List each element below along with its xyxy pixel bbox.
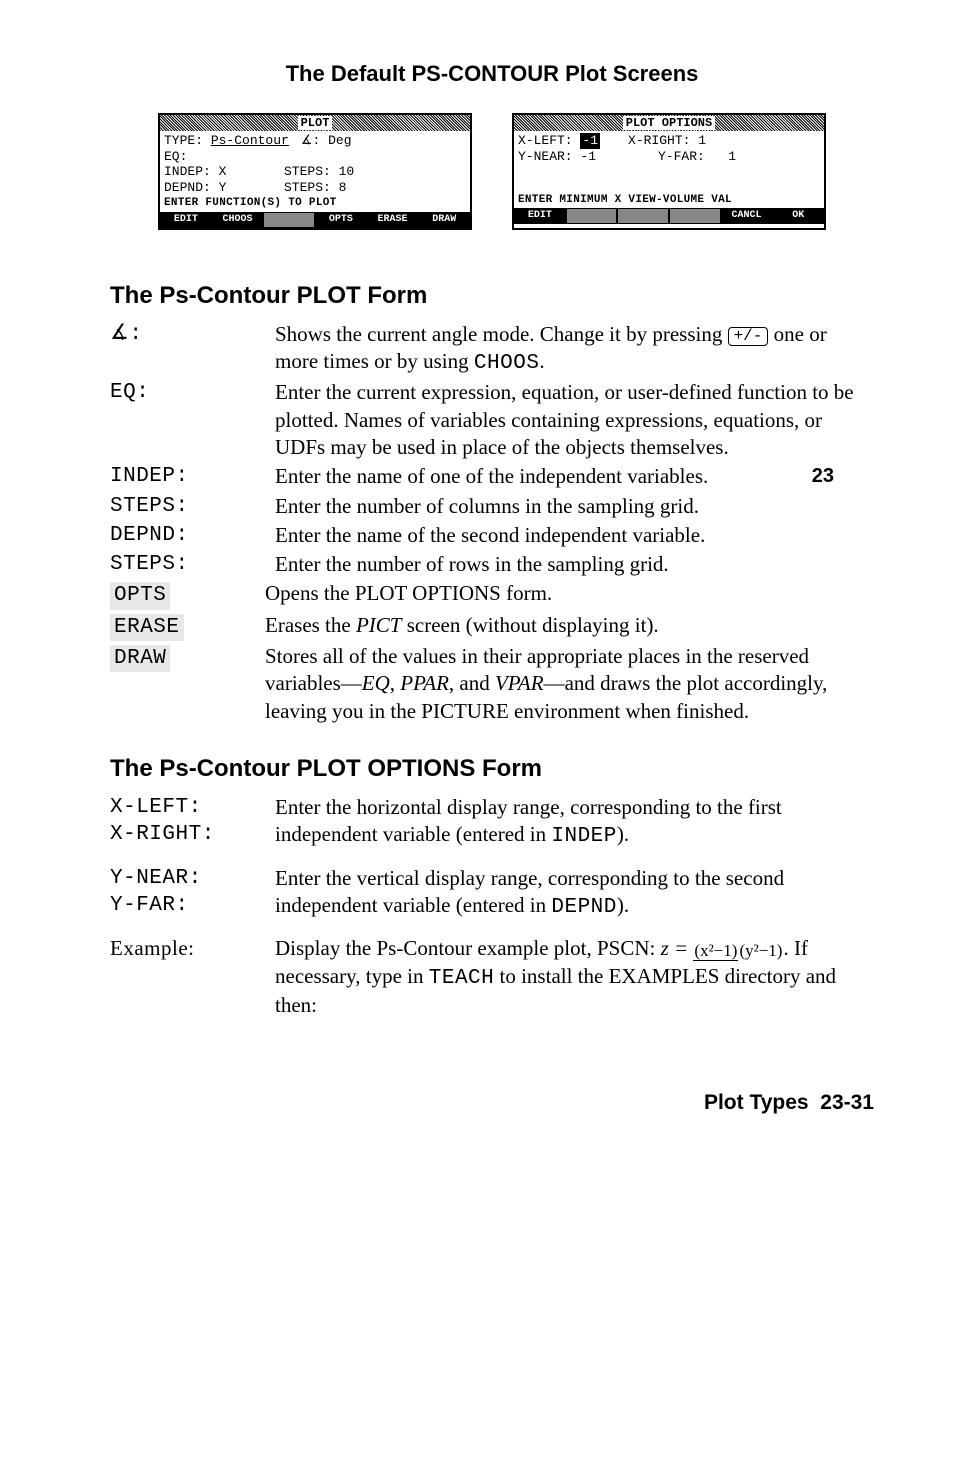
def-desc: Display the Ps-Contour example plot, PSC… xyxy=(275,935,874,1019)
def-row: EQ: Enter the current expression, equati… xyxy=(110,379,874,461)
def-desc: Enter the horizontal display range, corr… xyxy=(275,794,874,851)
def-term: EQ: xyxy=(110,379,275,461)
screen-options-softkeys: EDIT CANCL OK xyxy=(514,208,824,224)
def-term: STEPS: xyxy=(110,551,275,578)
softkey[interactable] xyxy=(669,208,721,224)
key-plusminus: +/- xyxy=(728,327,769,347)
screen-yfar: Y-FAR: 1 xyxy=(658,149,736,165)
section-plot-form-title: The Ps-Contour PLOT Form xyxy=(110,280,874,311)
screen-xleft-value: -1 xyxy=(580,133,600,149)
screen-type-value: Ps-Contour xyxy=(211,133,289,149)
def-row: Y-NEAR: Y-FAR: Enter the vertical displa… xyxy=(110,865,874,922)
screen-options-header: PLOT OPTIONS xyxy=(514,115,824,131)
screen-plot: PLOT TYPE: Ps-Contour ∡: Deg EQ: INDEP: X… xyxy=(158,113,472,230)
def-term: INDEP: xyxy=(110,463,275,490)
page-main-title: The Default PS-CONTOUR Plot Screens xyxy=(110,60,874,89)
page-footer: Plot Types 23-31 xyxy=(110,1089,874,1116)
screen-type-label: TYPE: xyxy=(164,133,203,149)
softkey[interactable]: ERASE xyxy=(367,212,419,228)
def-desc: Enter the name of the second independent… xyxy=(275,522,874,549)
softkey[interactable]: DRAW xyxy=(418,212,470,228)
def-row: ERASE Erases the PICT screen (without di… xyxy=(110,612,874,641)
def-desc: Stores all of the values in their approp… xyxy=(265,643,874,725)
screen-plot-softkeys: EDIT CHOOS OPTS ERASE DRAW xyxy=(160,212,470,228)
def-row: DRAW Stores all of the values in their a… xyxy=(110,643,874,725)
def-row: STEPS: Enter the number of rows in the s… xyxy=(110,551,874,578)
screenshots-row: PLOT TYPE: Ps-Contour ∡: Deg EQ: INDEP: X… xyxy=(110,113,874,230)
softkey[interactable] xyxy=(566,208,618,224)
screen-angle: ∡: Deg xyxy=(301,133,352,149)
screen-plot-options: PLOT OPTIONS X-LEFT: -1 X-RIGHT: 1 Y-NEAR… xyxy=(512,113,826,230)
def-desc: Enter the number of columns in the sampl… xyxy=(275,493,874,520)
def-desc: Enter the number of rows in the sampling… xyxy=(275,551,874,578)
screen-depnd-steps: STEPS: 8 xyxy=(284,180,346,196)
screen-indep: INDEP: X xyxy=(164,164,284,180)
screen-plot-header: PLOT xyxy=(160,115,470,131)
def-desc: Erases the PICT screen (without displayi… xyxy=(265,612,874,641)
softkey[interactable]: CHOOS xyxy=(212,212,264,228)
def-row: X-LEFT: X-RIGHT: Enter the horizontal di… xyxy=(110,794,874,851)
def-row: ∡: Shows the current angle mode. Change … xyxy=(110,321,874,378)
def-term: X-LEFT: X-RIGHT: xyxy=(110,794,275,851)
chapter-number: 23 xyxy=(812,463,834,489)
def-term: ERASE xyxy=(110,614,184,641)
softkey[interactable]: CANCL xyxy=(721,208,773,224)
def-desc: Enter the name of one of the independent… xyxy=(275,463,874,490)
def-term: DEPND: xyxy=(110,522,275,549)
softkey[interactable]: EDIT xyxy=(514,208,566,224)
def-desc: Shows the current angle mode. Change it … xyxy=(275,321,874,378)
screen-xleft-label: X-LEFT: xyxy=(518,133,573,149)
def-row: DEPND: Enter the name of the second inde… xyxy=(110,522,874,549)
def-term: DRAW xyxy=(110,645,170,672)
screen-options-prompt: ENTER MINIMUM X VIEW-VOLUME VAL xyxy=(514,194,824,208)
softkey[interactable]: OK xyxy=(772,208,824,224)
def-row: Example: Display the Ps-Contour example … xyxy=(110,935,874,1019)
screen-depnd: DEPND: Y xyxy=(164,180,284,196)
softkey[interactable]: OPTS xyxy=(315,212,367,228)
def-term: Y-NEAR: Y-FAR: xyxy=(110,865,275,922)
def-term: Example: xyxy=(110,935,275,1019)
screen-indep-steps: STEPS: 10 xyxy=(284,164,354,180)
def-desc: Opens the PLOT OPTIONS form. xyxy=(265,580,874,609)
softkey[interactable] xyxy=(617,208,669,224)
def-row: OPTS Opens the PLOT OPTIONS form. xyxy=(110,580,874,609)
screen-ynear: Y-NEAR: -1 xyxy=(518,149,658,165)
def-row: 23 INDEP: Enter the name of one of the i… xyxy=(110,463,874,490)
def-term: ∡: xyxy=(110,321,275,378)
screen-plot-prompt: ENTER FUNCTION(S) TO PLOT xyxy=(160,197,470,211)
def-row: STEPS: Enter the number of columns in th… xyxy=(110,493,874,520)
def-desc: Enter the vertical display range, corres… xyxy=(275,865,874,922)
def-term: STEPS: xyxy=(110,493,275,520)
screen-eq-label: EQ: xyxy=(164,149,187,165)
def-desc: Enter the current expression, equation, … xyxy=(275,379,874,461)
section-plot-options-title: The Ps-Contour PLOT OPTIONS Form xyxy=(110,753,874,784)
screen-xright: X-RIGHT: 1 xyxy=(628,133,706,149)
softkey[interactable]: EDIT xyxy=(160,212,212,228)
softkey[interactable] xyxy=(263,212,315,228)
def-term: OPTS xyxy=(110,582,170,609)
